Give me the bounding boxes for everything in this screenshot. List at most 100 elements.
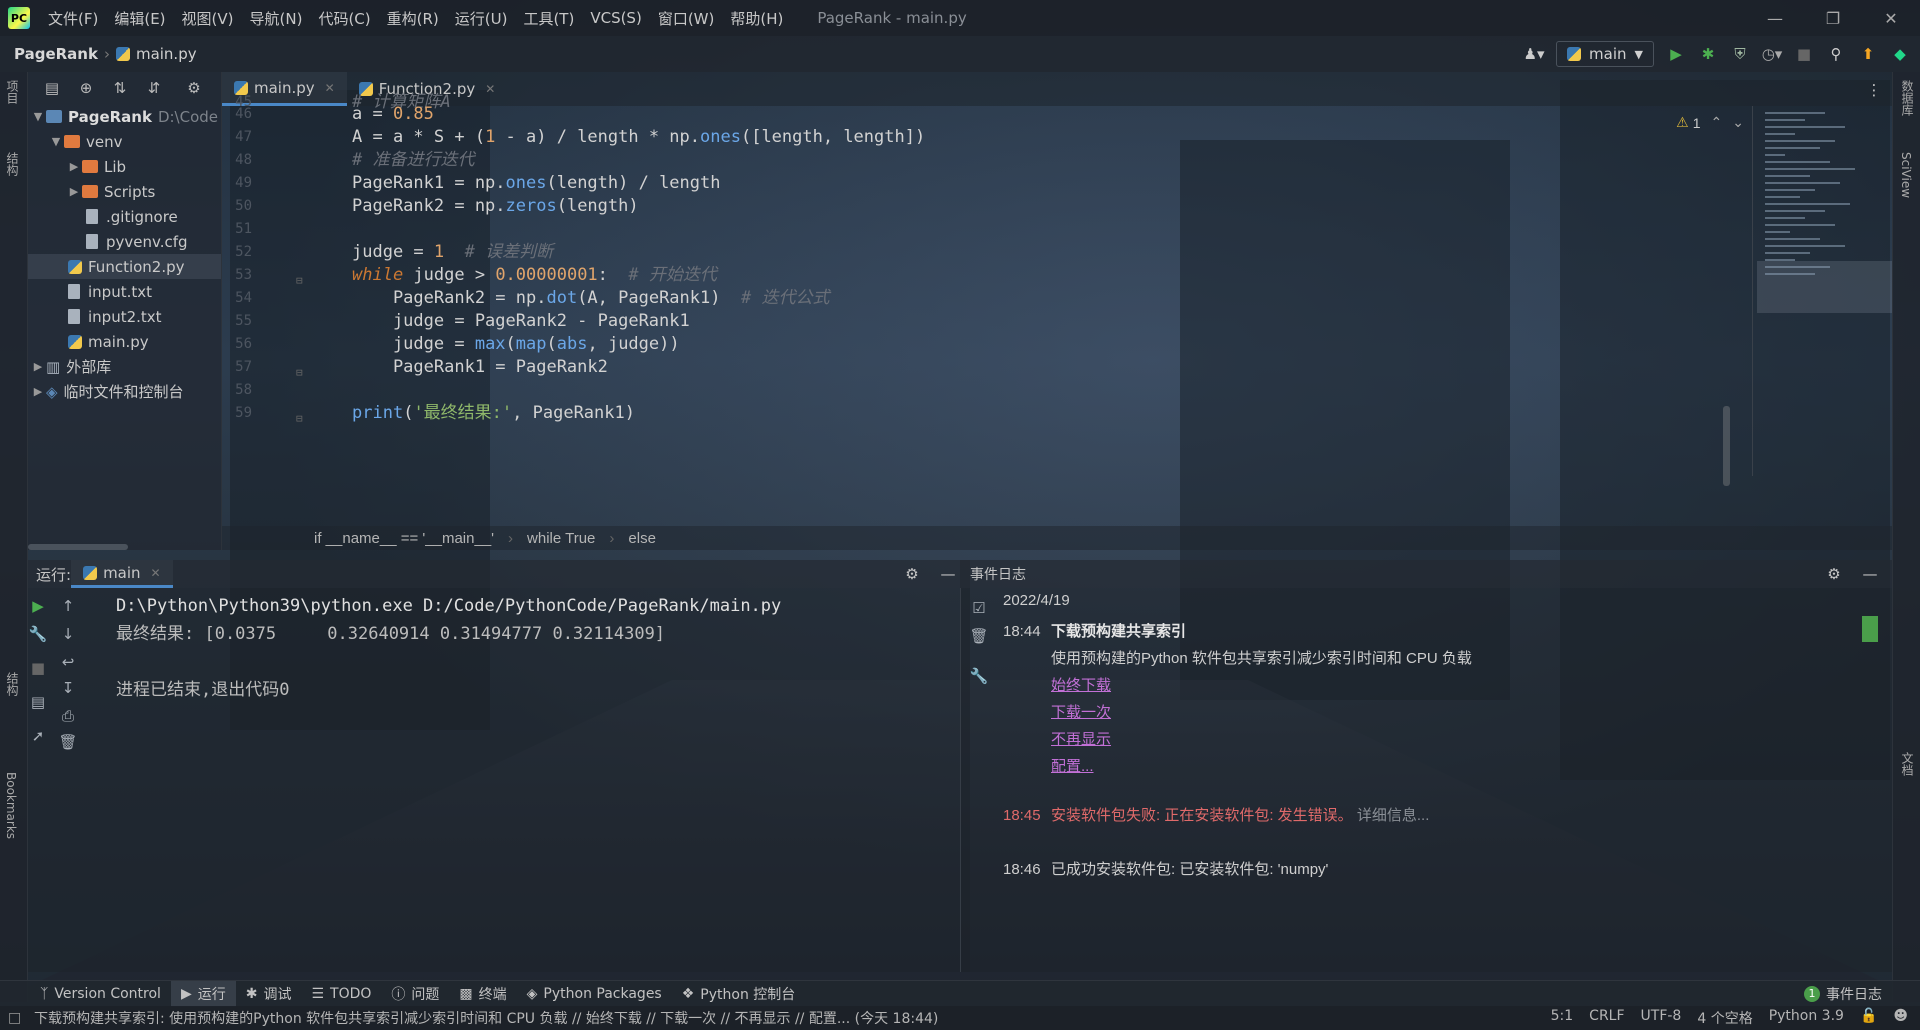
structure-top-tool-button[interactable]: 结构 — [4, 152, 21, 176]
wrench-icon[interactable]: 🔧 — [28, 624, 48, 644]
restore-icon[interactable]: ❐ — [1804, 9, 1862, 28]
scroll-to-end-icon[interactable]: ↧ — [58, 678, 78, 698]
status-toggle-icon[interactable]: □ — [8, 1010, 21, 1026]
gear-icon[interactable]: ⚙ — [902, 564, 922, 584]
update-icon[interactable]: ⬆ — [1858, 44, 1878, 64]
tw-terminal[interactable]: ▩ 终端 — [449, 981, 516, 1007]
tree-item-root[interactable]: ▼ PageRank D:\Code — [28, 104, 221, 129]
link-configure[interactable]: 配置... — [1051, 755, 1094, 776]
close-icon[interactable]: ✕ — [1862, 9, 1920, 28]
link-more-details[interactable]: 详细信息... — [1357, 807, 1430, 824]
line-separator[interactable]: CRLF — [1589, 1008, 1624, 1028]
jetbrains-icon[interactable]: ◆ — [1890, 44, 1910, 64]
menu-code[interactable]: 代码(C) — [310, 8, 378, 29]
more-options-icon[interactable]: ⋮ — [1864, 80, 1884, 100]
soft-wrap-icon[interactable]: ↩ — [58, 652, 78, 672]
layout-icon[interactable]: ▤ — [28, 692, 48, 712]
down-arrow-icon[interactable]: ↓ — [58, 624, 78, 644]
breadcrumb-while-true[interactable]: while True — [527, 530, 595, 547]
tw-debug[interactable]: ✱ 调试 — [236, 981, 302, 1007]
tree-item-lib[interactable]: ▶ Lib — [28, 154, 221, 179]
code-editor[interactable]: 45 46 47 48 49 50 51 52 53 54 55 56 57 5… — [222, 92, 1892, 526]
profile-icon[interactable]: ◷▾ — [1762, 44, 1783, 64]
editor-vertical-scrollbar[interactable] — [1723, 406, 1730, 486]
structure-tool-button[interactable]: 结构 — [4, 672, 21, 696]
tree-item-scratches[interactable]: ▶ ◈ 临时文件和控制台 — [28, 379, 221, 404]
file-encoding[interactable]: UTF-8 — [1641, 1008, 1682, 1028]
coverage-icon[interactable]: ⛨ — [1730, 44, 1750, 64]
menu-window[interactable]: 窗口(W) — [650, 8, 723, 29]
console-output[interactable]: D:\Python\Python39\python.exe D:/Code/Py… — [116, 592, 781, 704]
breadcrumb-if-main[interactable]: if __name__ == '__main__' — [314, 530, 494, 547]
menu-tools[interactable]: 工具(T) — [515, 8, 582, 29]
link-download-once[interactable]: 下载一次 — [1051, 701, 1111, 722]
tree-item-input2[interactable]: input2.txt — [28, 304, 221, 329]
tree-item-main[interactable]: main.py — [28, 329, 221, 354]
mark-read-icon[interactable]: ☑ — [969, 598, 989, 618]
tab-run-main[interactable]: main ✕ — [71, 560, 173, 588]
tw-problems[interactable]: ⓘ 问题 — [381, 981, 449, 1007]
database-tool-button[interactable]: 数据库 — [1899, 80, 1916, 116]
fold-marker-icon[interactable]: ⊟ — [296, 366, 303, 379]
indent-setting[interactable]: 4 个空格 — [1697, 1008, 1752, 1028]
tree-item-venv[interactable]: ▼ venv — [28, 129, 221, 154]
status-message[interactable]: 下载预构建共享索引: 使用预构建的Python 软件包共享索引减少索引时间和 C… — [0, 1008, 938, 1028]
inspection-widget[interactable]: ⚠ 1 ⌃ ⌄ — [1676, 114, 1744, 131]
tw-version-control[interactable]: ᛉ Version Control — [0, 981, 171, 1007]
menu-view[interactable]: 视图(V) — [174, 8, 242, 29]
debug-icon[interactable]: ✱ — [1698, 44, 1718, 64]
tw-run[interactable]: ▶ 运行 — [170, 980, 236, 1007]
caret-position[interactable]: 5:1 — [1551, 1008, 1574, 1028]
menu-refactor[interactable]: 重构(R) — [379, 8, 447, 29]
up-arrow-icon[interactable]: ↑ — [58, 596, 78, 616]
chevron-down-icon[interactable]: ⌄ — [1732, 114, 1744, 131]
menu-help[interactable]: 帮助(H) — [722, 8, 791, 29]
link-always-download[interactable]: 始终下载 — [1051, 674, 1111, 695]
trash-icon[interactable]: 🗑 — [58, 732, 78, 752]
tree-item-input[interactable]: input.txt — [28, 279, 221, 304]
gear-icon[interactable]: ⚙ — [1824, 564, 1844, 584]
run-configuration-select[interactable]: main ▼ — [1556, 41, 1654, 67]
search-icon[interactable]: ⚲ — [1826, 44, 1846, 64]
horizontal-scrollbar[interactable] — [28, 544, 128, 550]
breadcrumb-project[interactable]: PageRank — [0, 45, 98, 63]
collapse-all-icon[interactable]: ⇵ — [144, 78, 164, 98]
stop-icon[interactable]: ■ — [1794, 44, 1814, 64]
tw-event-log[interactable]: 1 事件日志 — [1794, 981, 1892, 1007]
hide-panel-icon[interactable]: — — [1860, 564, 1880, 584]
interpreter-select[interactable]: Python 3.9 — [1769, 1008, 1844, 1028]
breadcrumb-file[interactable]: main.py — [115, 45, 197, 63]
sciview-tool-button[interactable]: SciView — [1899, 152, 1913, 198]
fold-marker-icon[interactable]: ⊟ — [296, 412, 303, 425]
menu-edit[interactable]: 编辑(E) — [106, 8, 173, 29]
menu-navigate[interactable]: 导航(N) — [242, 8, 311, 29]
menu-run[interactable]: 运行(U) — [447, 8, 516, 29]
wrench-icon[interactable]: 🔧 — [969, 666, 989, 686]
close-tab-icon[interactable]: ✕ — [151, 566, 161, 580]
tree-item-scripts[interactable]: ▶ Scripts — [28, 179, 221, 204]
rerun-icon[interactable]: ▶ — [28, 596, 48, 616]
tw-todo[interactable]: ☰ TODO — [301, 981, 381, 1007]
tw-python-packages[interactable]: ◈ Python Packages — [517, 981, 672, 1007]
gear-icon[interactable]: ⚙ — [184, 78, 204, 98]
chevron-up-icon[interactable]: ⌃ — [1711, 114, 1723, 131]
tree-item-pyvenv[interactable]: pyvenv.cfg — [28, 229, 221, 254]
inspector-icon[interactable]: ☻ — [1893, 1008, 1908, 1028]
minimize-icon[interactable]: — — [1746, 9, 1804, 28]
minimap-viewport[interactable] — [1757, 261, 1892, 313]
bookmarks-tool-button[interactable]: Bookmarks — [4, 772, 18, 839]
project-tool-button[interactable]: 项目 — [4, 80, 21, 104]
close-tab-icon[interactable]: ✕ — [485, 82, 495, 96]
tree-item-external-libraries[interactable]: ▶ ▥ 外部库 — [28, 354, 221, 379]
tw-python-console[interactable]: ❖ Python 控制台 — [672, 981, 806, 1007]
link-dont-show-again[interactable]: 不再显示 — [1051, 728, 1111, 749]
tree-item-gitignore[interactable]: .gitignore — [28, 204, 221, 229]
view-mode-icon[interactable]: ▤ — [42, 78, 62, 98]
code-minimap[interactable] — [1752, 106, 1892, 476]
breadcrumb-else[interactable]: else — [628, 530, 656, 547]
lock-icon[interactable]: 🔓 — [1860, 1008, 1877, 1028]
pin-icon[interactable]: ➚ — [28, 726, 48, 746]
menu-vcs[interactable]: VCS(S) — [582, 9, 649, 27]
documentation-tool-button[interactable]: 文档 — [1899, 752, 1916, 776]
menu-file[interactable]: 文件(F) — [40, 8, 106, 29]
